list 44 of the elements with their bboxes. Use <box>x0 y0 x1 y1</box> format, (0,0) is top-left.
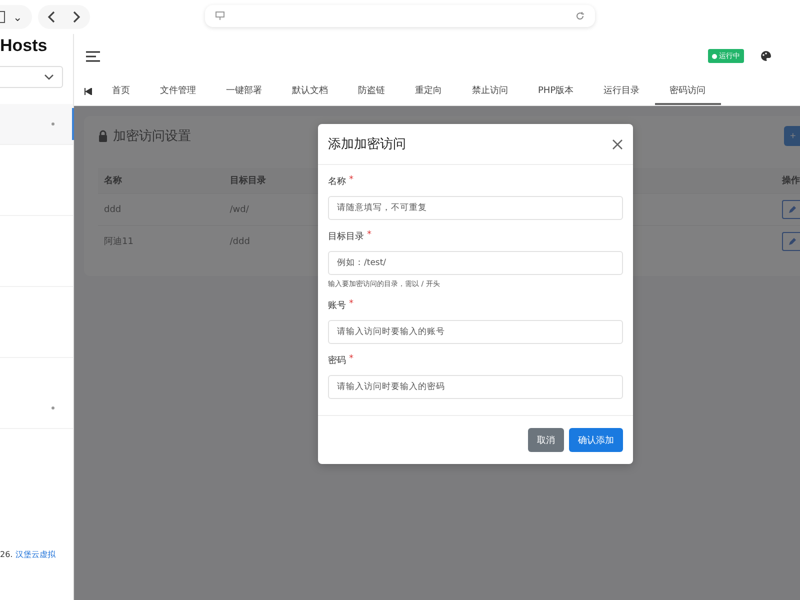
tab[interactable]: 一键部署 <box>211 78 277 105</box>
tab[interactable]: 禁止访问 <box>457 78 523 105</box>
lock-icon <box>98 130 108 142</box>
site-icon <box>215 11 225 21</box>
footer-text: 26. <box>0 550 13 559</box>
tab[interactable]: 默认文档 <box>277 78 343 105</box>
palette-icon[interactable] <box>760 50 772 62</box>
menu-icon[interactable] <box>86 50 100 62</box>
table-cell: 阿迪11 <box>98 226 224 257</box>
tab[interactable]: 首页 <box>92 78 145 105</box>
card-title: 加密访问设置 <box>113 128 191 145</box>
input-field[interactable]: 请随意填写，不可重复 <box>328 196 623 220</box>
field-label: 目标目录 <box>328 230 364 243</box>
back-icon[interactable] <box>47 11 58 23</box>
required-mark: * <box>367 230 372 240</box>
site-select[interactable] <box>0 66 63 88</box>
pencil-icon <box>788 206 796 214</box>
footer-link[interactable]: 汉堡云虚拟 <box>15 550 56 559</box>
required-mark: * <box>349 175 354 185</box>
input-field[interactable]: 请输入访问时要输入的账号 <box>328 320 623 344</box>
dialog-title: 添加加密访问 <box>328 136 406 153</box>
tab[interactable]: 防盗链 <box>343 78 400 105</box>
confirm-button[interactable]: 确认添加 <box>569 428 623 452</box>
input-field[interactable]: 请输入访问时要输入的密码 <box>328 375 623 399</box>
tab[interactable]: 文件管理 <box>145 78 211 105</box>
tab[interactable]: PHP版本 <box>523 78 589 105</box>
first-page-icon[interactable] <box>84 88 92 95</box>
close-icon[interactable] <box>612 138 623 150</box>
tab-menu-button[interactable]: ⌄ <box>0 5 32 29</box>
tab[interactable]: 重定向 <box>400 78 457 105</box>
forward-icon[interactable] <box>71 11 82 23</box>
reload-icon[interactable] <box>575 11 585 21</box>
required-mark: * <box>349 354 354 364</box>
field-label: 名称 <box>328 176 346 188</box>
pencil-icon <box>788 238 796 246</box>
table-cell: ddd <box>98 194 224 226</box>
field-label: 账号 <box>328 300 346 312</box>
logo-text: Hosts <box>0 35 48 56</box>
tab[interactable]: 运行目录 <box>588 78 655 105</box>
cancel-button[interactable]: 取消 <box>528 428 564 452</box>
chevron-icon <box>44 74 54 80</box>
input-field[interactable]: 例如：/test/ <box>328 251 623 275</box>
field-label: 密码 <box>328 354 346 367</box>
required-mark: * <box>349 299 354 309</box>
